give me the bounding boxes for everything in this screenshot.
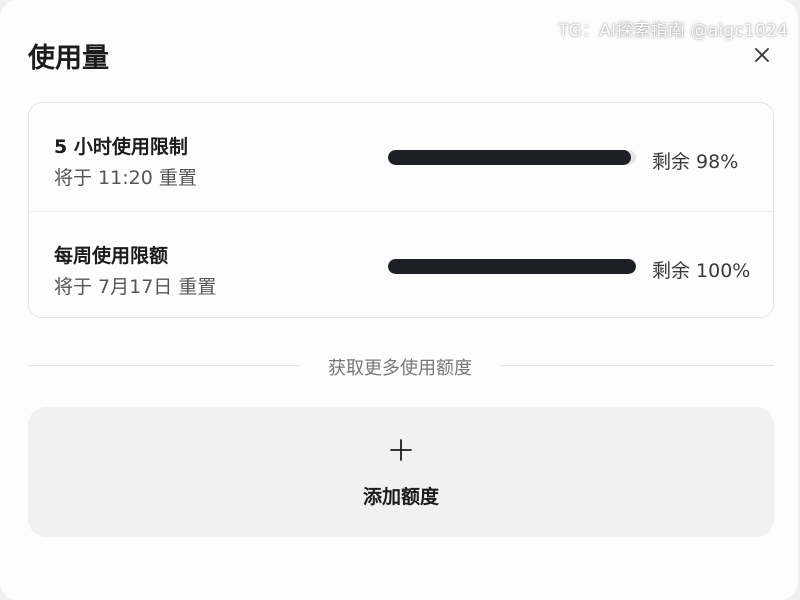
close-button[interactable] — [748, 41, 776, 69]
usage-progress-bar — [388, 150, 636, 165]
limit-remaining: 剩余 98% — [652, 151, 739, 173]
limit-name: 每周使用限额 — [54, 245, 169, 267]
usage-dialog: TG：AI探索指南 @aigc1024 使用量 5 小时使用限制 将于 11:2… — [0, 0, 798, 600]
dialog-title: 使用量 — [28, 43, 109, 74]
limit-remaining: 剩余 100% — [652, 260, 751, 282]
limit-reset-time: 将于 7月17日 重置 — [54, 276, 217, 298]
watermark: TG：AI探索指南 @aigc1024 — [558, 21, 788, 41]
divider-label: 获取更多使用额度 — [328, 358, 472, 379]
plus-icon — [390, 439, 412, 461]
usage-progress-fill — [388, 259, 636, 274]
divider-line-right — [500, 365, 774, 366]
limit-row-weekly: 每周使用限额 将于 7月17日 重置 剩余 100% — [29, 212, 773, 317]
add-quota-button[interactable]: 添加额度 — [28, 407, 774, 537]
divider-line-left — [28, 365, 300, 366]
usage-progress-bar — [388, 259, 636, 274]
limit-reset-time: 将于 11:20 重置 — [54, 167, 197, 189]
add-quota-label: 添加额度 — [362, 486, 439, 508]
usage-limits-card: 5 小时使用限制 将于 11:20 重置 剩余 98% 每周使用限额 将于 7月… — [28, 102, 774, 318]
get-more-divider: 获取更多使用额度 — [28, 352, 774, 380]
usage-progress-fill — [388, 150, 632, 165]
limit-row-5h: 5 小时使用限制 将于 11:20 重置 剩余 98% — [29, 103, 773, 211]
close-icon — [755, 48, 769, 62]
limit-name: 5 小时使用限制 — [54, 136, 188, 158]
